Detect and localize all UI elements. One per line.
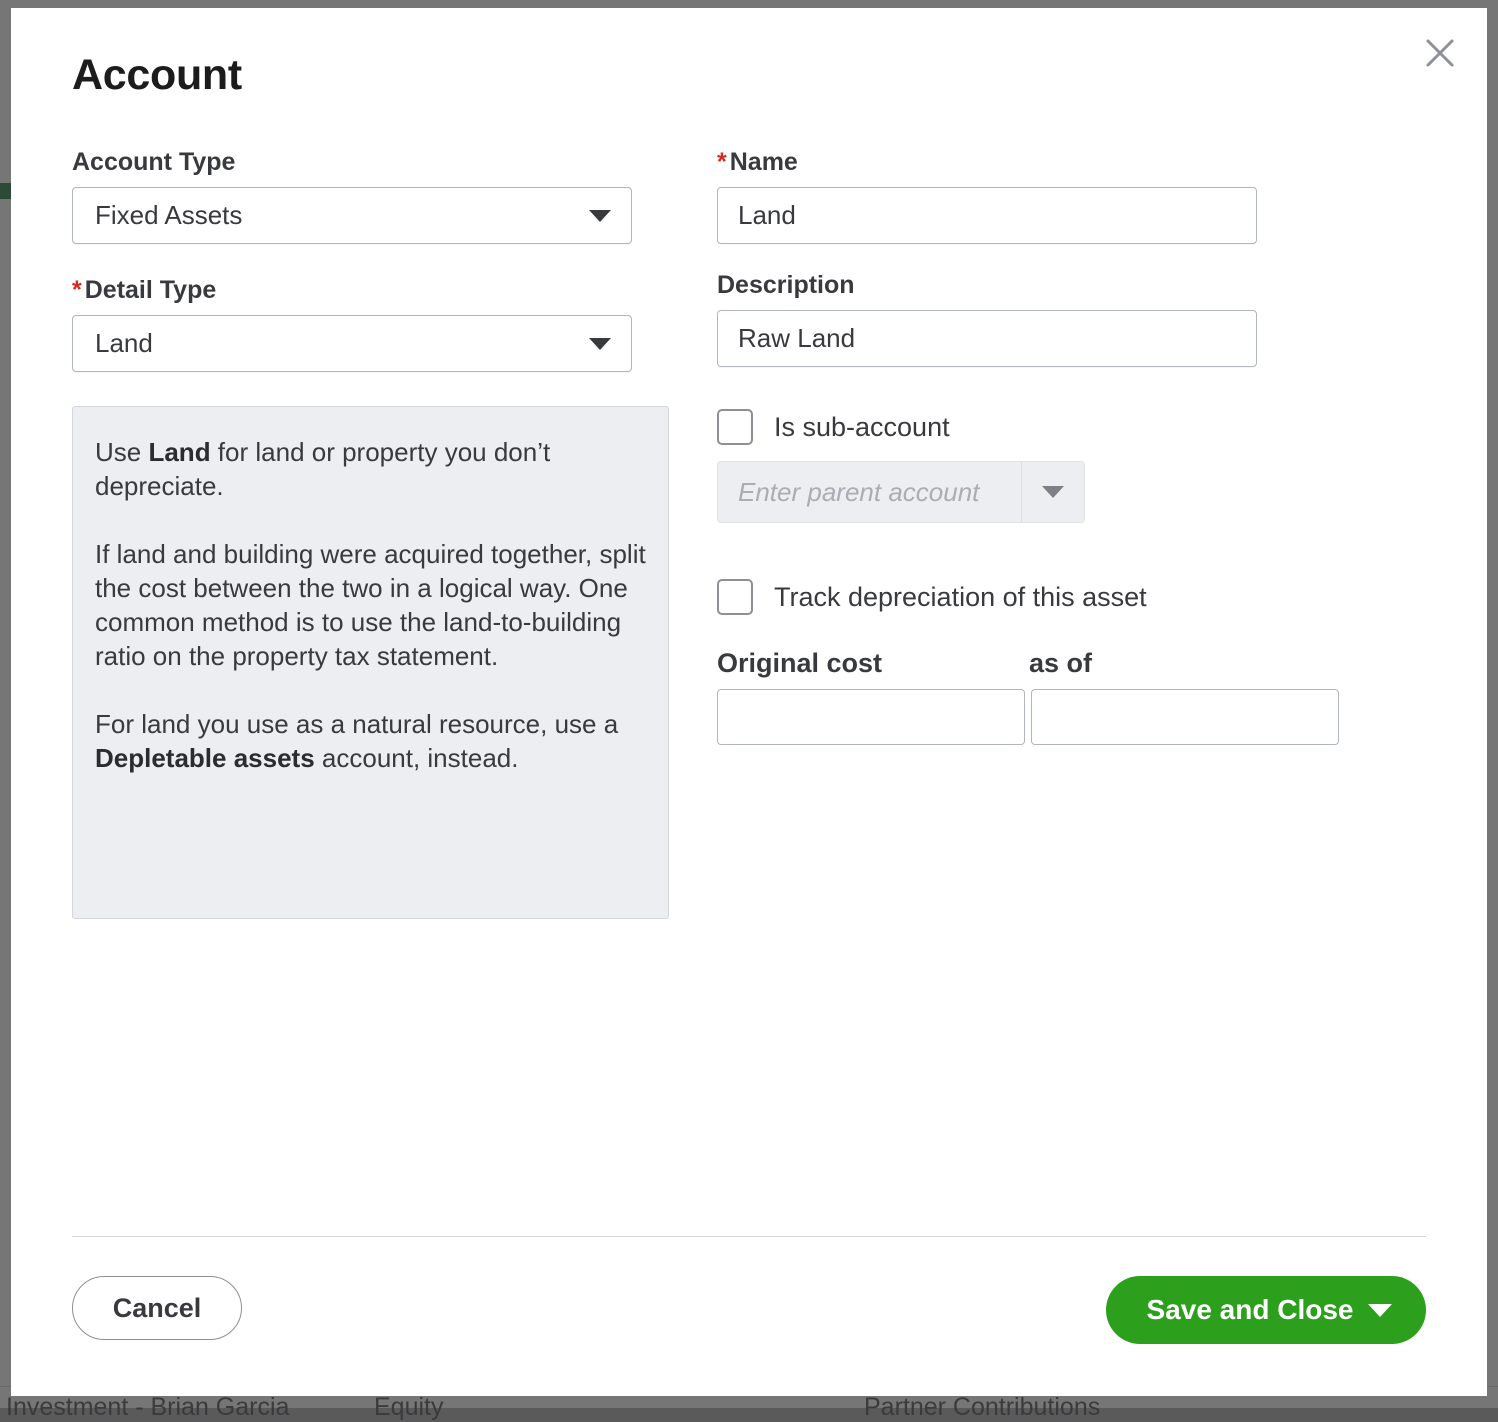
info-p3-bold: Depletable assets	[95, 743, 315, 773]
is-sub-account-row[interactable]: Is sub-account	[717, 409, 1417, 445]
description-label: Description	[717, 271, 1417, 300]
account-type-value: Fixed Assets	[73, 200, 242, 231]
cancel-button-label: Cancel	[113, 1293, 202, 1324]
account-type-select[interactable]: Fixed Assets	[72, 187, 632, 244]
track-depreciation-checkbox[interactable]	[717, 579, 753, 615]
detail-type-label-text: Detail Type	[85, 276, 217, 304]
detail-type-label: *Detail Type	[72, 276, 684, 305]
cost-labels-row: Original cost as of	[717, 648, 1417, 679]
close-icon[interactable]	[1417, 30, 1463, 76]
account-type-label-text: Account Type	[72, 148, 235, 176]
detail-type-required-marker: *	[72, 276, 82, 304]
detail-type-select[interactable]: Land	[72, 315, 632, 372]
name-label-text: Name	[730, 148, 798, 176]
info-p3-post: account, instead.	[315, 743, 519, 773]
info-paragraph-1: Use Land for land or property you don’t …	[95, 435, 646, 503]
description-input[interactable]: Raw Land	[717, 310, 1257, 367]
info-p1-pre: Use	[95, 437, 148, 467]
description-label-text: Description	[717, 271, 855, 299]
parent-account-select[interactable]: Enter parent account	[717, 461, 1085, 523]
detail-type-value: Land	[73, 328, 153, 359]
name-label: *Name	[717, 148, 1417, 177]
chevron-down-icon	[589, 210, 611, 222]
left-column: Account Type Fixed Assets *Detail Type L…	[72, 148, 684, 919]
original-cost-input[interactable]	[717, 689, 1025, 745]
cost-fields-row	[717, 689, 1417, 745]
save-and-close-label: Save and Close	[1106, 1294, 1368, 1326]
parent-account-input[interactable]: Enter parent account	[718, 477, 979, 508]
account-modal: Account Account Type Fixed Assets *Detai…	[11, 8, 1487, 1396]
right-column: *Name Land Description Raw Land Is sub-a…	[717, 148, 1417, 745]
page-title: Account	[72, 51, 242, 100]
as-of-input[interactable]	[1031, 689, 1339, 745]
info-paragraph-2: If land and building were acquired toget…	[95, 537, 646, 673]
as-of-label: as of	[1029, 648, 1092, 679]
detail-type-info-panel: Use Land for land or property you don’t …	[72, 406, 669, 919]
name-required-marker: *	[717, 148, 727, 176]
name-field-group: *Name Land	[717, 148, 1417, 244]
track-depreciation-row[interactable]: Track depreciation of this asset	[717, 579, 1417, 615]
name-input-value: Land	[738, 200, 796, 231]
parent-account-divider	[1021, 462, 1022, 522]
cancel-button[interactable]: Cancel	[72, 1276, 242, 1340]
original-cost-label: Original cost	[717, 648, 1029, 679]
chevron-down-icon[interactable]	[1042, 486, 1064, 498]
is-sub-account-label: Is sub-account	[774, 412, 950, 443]
name-input[interactable]: Land	[717, 187, 1257, 244]
account-type-label: Account Type	[72, 148, 684, 177]
is-sub-account-checkbox[interactable]	[717, 409, 753, 445]
save-and-close-button[interactable]: Save and Close	[1106, 1276, 1426, 1344]
footer-divider	[72, 1236, 1426, 1237]
description-field-group: Description Raw Land	[717, 271, 1417, 367]
chevron-down-icon	[589, 338, 611, 350]
info-p1-bold: Land	[148, 437, 210, 467]
chevron-down-icon[interactable]	[1368, 1304, 1392, 1317]
info-paragraph-3: For land you use as a natural resource, …	[95, 707, 646, 775]
track-depreciation-label: Track depreciation of this asset	[774, 582, 1147, 613]
description-input-value: Raw Land	[738, 323, 855, 354]
info-p3-pre: For land you use as a natural resource, …	[95, 709, 618, 739]
